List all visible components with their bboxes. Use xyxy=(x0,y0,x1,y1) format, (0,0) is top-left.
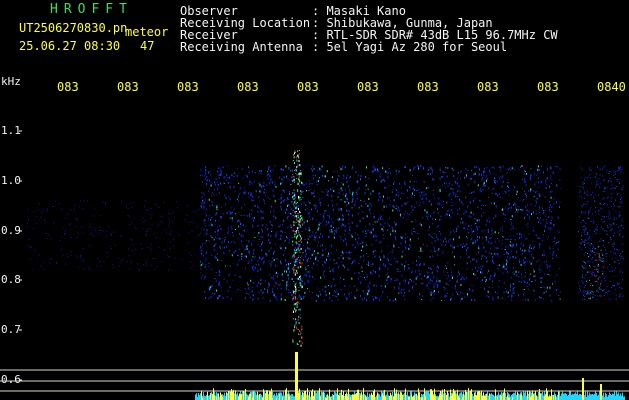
hrofft-window: HROFFT UT2506270830.pn meteor 25.06.27 0… xyxy=(0,0,629,400)
meteor-trail xyxy=(292,150,604,347)
signal-noise xyxy=(26,165,624,302)
signal-level-trace xyxy=(195,352,625,400)
spectrogram-plot xyxy=(0,130,629,400)
